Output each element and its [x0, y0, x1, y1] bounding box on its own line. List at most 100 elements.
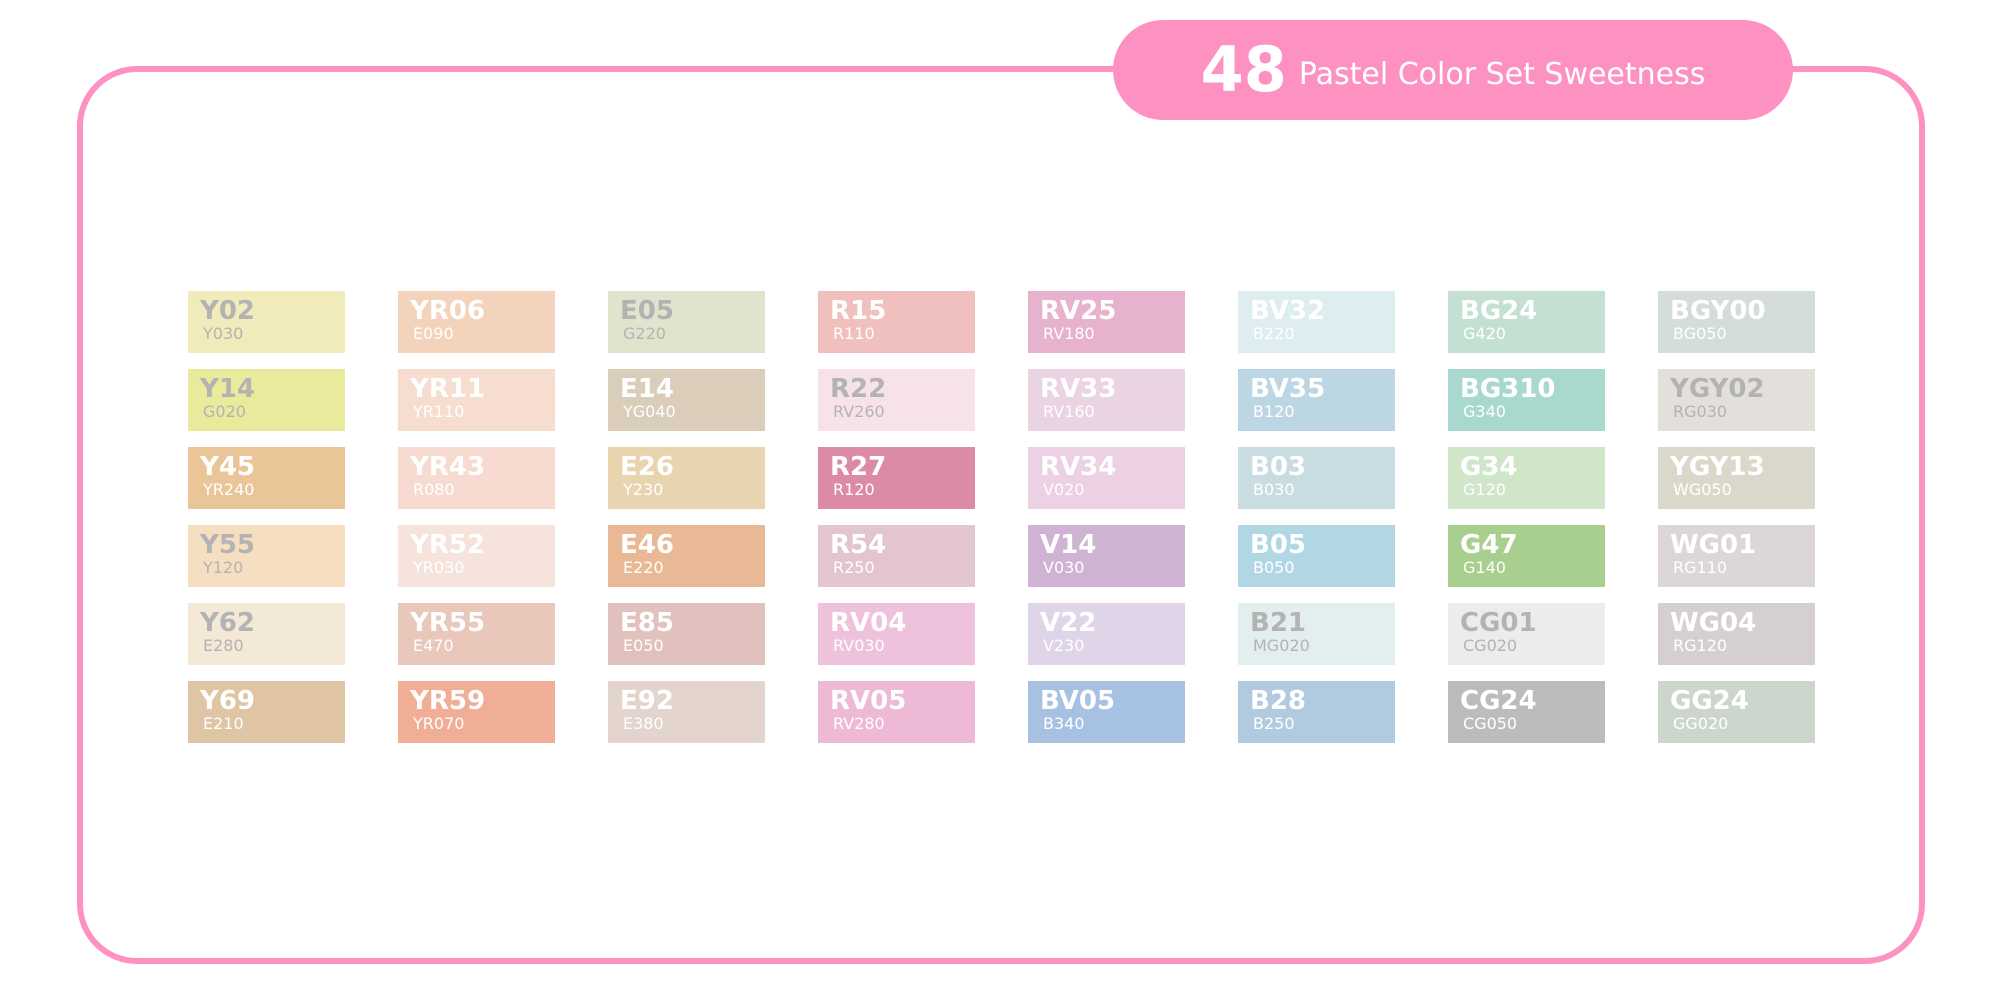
color-swatch: RV04 RV030 [818, 603, 975, 665]
color-swatch: Y02 Y030 [188, 291, 345, 353]
swatch-subcode: YR240 [203, 480, 255, 499]
swatch-subcode: RG120 [1673, 636, 1728, 655]
color-swatch: BV32 B220 [1238, 291, 1395, 353]
color-swatch: BG24 G420 [1448, 291, 1605, 353]
swatch-subcode: R120 [833, 480, 875, 499]
color-swatch: RV34 V020 [1028, 447, 1185, 509]
swatch-subcode: MG020 [1253, 636, 1310, 655]
color-swatch: RV33 RV160 [1028, 369, 1185, 431]
swatch-code: CG01 [1460, 608, 1537, 638]
swatch-code: YR59 [410, 686, 486, 716]
swatch-code: YR55 [410, 608, 486, 638]
swatch-subcode: WG050 [1673, 480, 1732, 499]
swatch-code: V14 [1040, 530, 1097, 560]
swatch-subcode: B030 [1253, 480, 1295, 499]
swatch-subcode: B250 [1253, 714, 1295, 733]
color-swatch: R27 R120 [818, 447, 975, 509]
color-swatch: CG01 CG020 [1448, 603, 1605, 665]
swatch-code: R27 [830, 452, 887, 482]
swatch-code: E05 [620, 296, 674, 326]
title-number: 48 [1200, 33, 1287, 106]
swatch-code: Y02 [200, 296, 256, 326]
swatch-code: V22 [1040, 608, 1097, 638]
color-swatch: YR11 YR110 [398, 369, 555, 431]
swatch-subcode: RG110 [1673, 558, 1728, 577]
swatch-code: YGY02 [1670, 374, 1765, 404]
swatch-code: CG24 [1460, 686, 1537, 716]
swatch-subcode: G140 [1463, 558, 1506, 577]
swatch-code: Y55 [200, 530, 256, 560]
color-swatch: BV05 B340 [1028, 681, 1185, 743]
color-swatch: CG24 CG050 [1448, 681, 1605, 743]
swatch-subcode: BG050 [1673, 324, 1727, 343]
swatch-subcode: YR070 [413, 714, 465, 733]
color-swatch: Y62 E280 [188, 603, 345, 665]
swatch-subcode: G020 [203, 402, 246, 421]
swatch-code: RV34 [1040, 452, 1117, 482]
swatch-code: E14 [620, 374, 674, 404]
swatch-subcode: B220 [1253, 324, 1295, 343]
color-swatch: YR55 E470 [398, 603, 555, 665]
swatch-code: YR11 [410, 374, 486, 404]
swatch-code: YR52 [410, 530, 486, 560]
swatch-code: B28 [1250, 686, 1306, 716]
color-swatch: WG01 RG110 [1658, 525, 1815, 587]
swatch-code: Y14 [200, 374, 256, 404]
swatch-subcode: YR030 [413, 558, 465, 577]
swatch-subcode: Y030 [203, 324, 244, 343]
swatch-subcode: G120 [1463, 480, 1506, 499]
color-swatch: V14 V030 [1028, 525, 1185, 587]
swatch-subcode: G340 [1463, 402, 1506, 421]
color-swatch: GG24 GG020 [1658, 681, 1815, 743]
color-swatch: BG310 G340 [1448, 369, 1605, 431]
swatch-subcode: B340 [1043, 714, 1085, 733]
color-swatch: Y69 E210 [188, 681, 345, 743]
swatch-code: RV25 [1040, 296, 1117, 326]
swatch-subcode: E280 [203, 636, 244, 655]
swatch-subcode: V030 [1043, 558, 1085, 577]
color-swatch: B05 B050 [1238, 525, 1395, 587]
swatch-subcode: E050 [623, 636, 664, 655]
color-swatch: YR06 E090 [398, 291, 555, 353]
swatch-subcode: RG030 [1673, 402, 1728, 421]
color-swatch: B21 MG020 [1238, 603, 1395, 665]
swatch-code: WG04 [1670, 608, 1757, 638]
swatch-subcode: V230 [1043, 636, 1085, 655]
color-swatch: E85 E050 [608, 603, 765, 665]
swatch-code: Y62 [200, 608, 256, 638]
swatch-subcode: E470 [413, 636, 454, 655]
swatch-code: E85 [620, 608, 674, 638]
swatch-subcode: E380 [623, 714, 664, 733]
swatch-code: B05 [1250, 530, 1306, 560]
color-swatch: WG04 RG120 [1658, 603, 1815, 665]
swatch-code: BV35 [1250, 374, 1326, 404]
color-swatch: YGY13 WG050 [1658, 447, 1815, 509]
swatch-code: RV05 [830, 686, 907, 716]
color-swatch: R15 R110 [818, 291, 975, 353]
color-swatch: G34 G120 [1448, 447, 1605, 509]
color-swatch: BGY00 BG050 [1658, 291, 1815, 353]
color-swatch: Y55 Y120 [188, 525, 345, 587]
color-swatch: Y14 G020 [188, 369, 345, 431]
swatch-subcode: B120 [1253, 402, 1295, 421]
swatch-subcode: E210 [203, 714, 244, 733]
swatch-subcode: RV030 [833, 636, 885, 655]
title-banner: 48 Pastel Color Set Sweetness [1113, 20, 1793, 120]
swatch-subcode: GG020 [1673, 714, 1729, 733]
color-swatch: B03 B030 [1238, 447, 1395, 509]
color-swatch: V22 V230 [1028, 603, 1185, 665]
color-swatch-grid: Y02 Y030 YR06 E090 E05 G220 R15 R110 RV25 RV180 BV… [188, 291, 1815, 743]
swatch-code: Y69 [200, 686, 256, 716]
color-swatch: RV05 RV280 [818, 681, 975, 743]
swatch-subcode: CG050 [1463, 714, 1518, 733]
swatch-subcode: Y120 [203, 558, 244, 577]
swatch-code: R15 [830, 296, 887, 326]
swatch-subcode: E220 [623, 558, 664, 577]
swatch-subcode: G420 [1463, 324, 1506, 343]
color-swatch: YR52 YR030 [398, 525, 555, 587]
swatch-subcode: R110 [833, 324, 875, 343]
color-swatch: B28 B250 [1238, 681, 1395, 743]
swatch-subcode: CG020 [1463, 636, 1518, 655]
swatch-subcode: E090 [413, 324, 454, 343]
swatch-code: WG01 [1670, 530, 1757, 560]
